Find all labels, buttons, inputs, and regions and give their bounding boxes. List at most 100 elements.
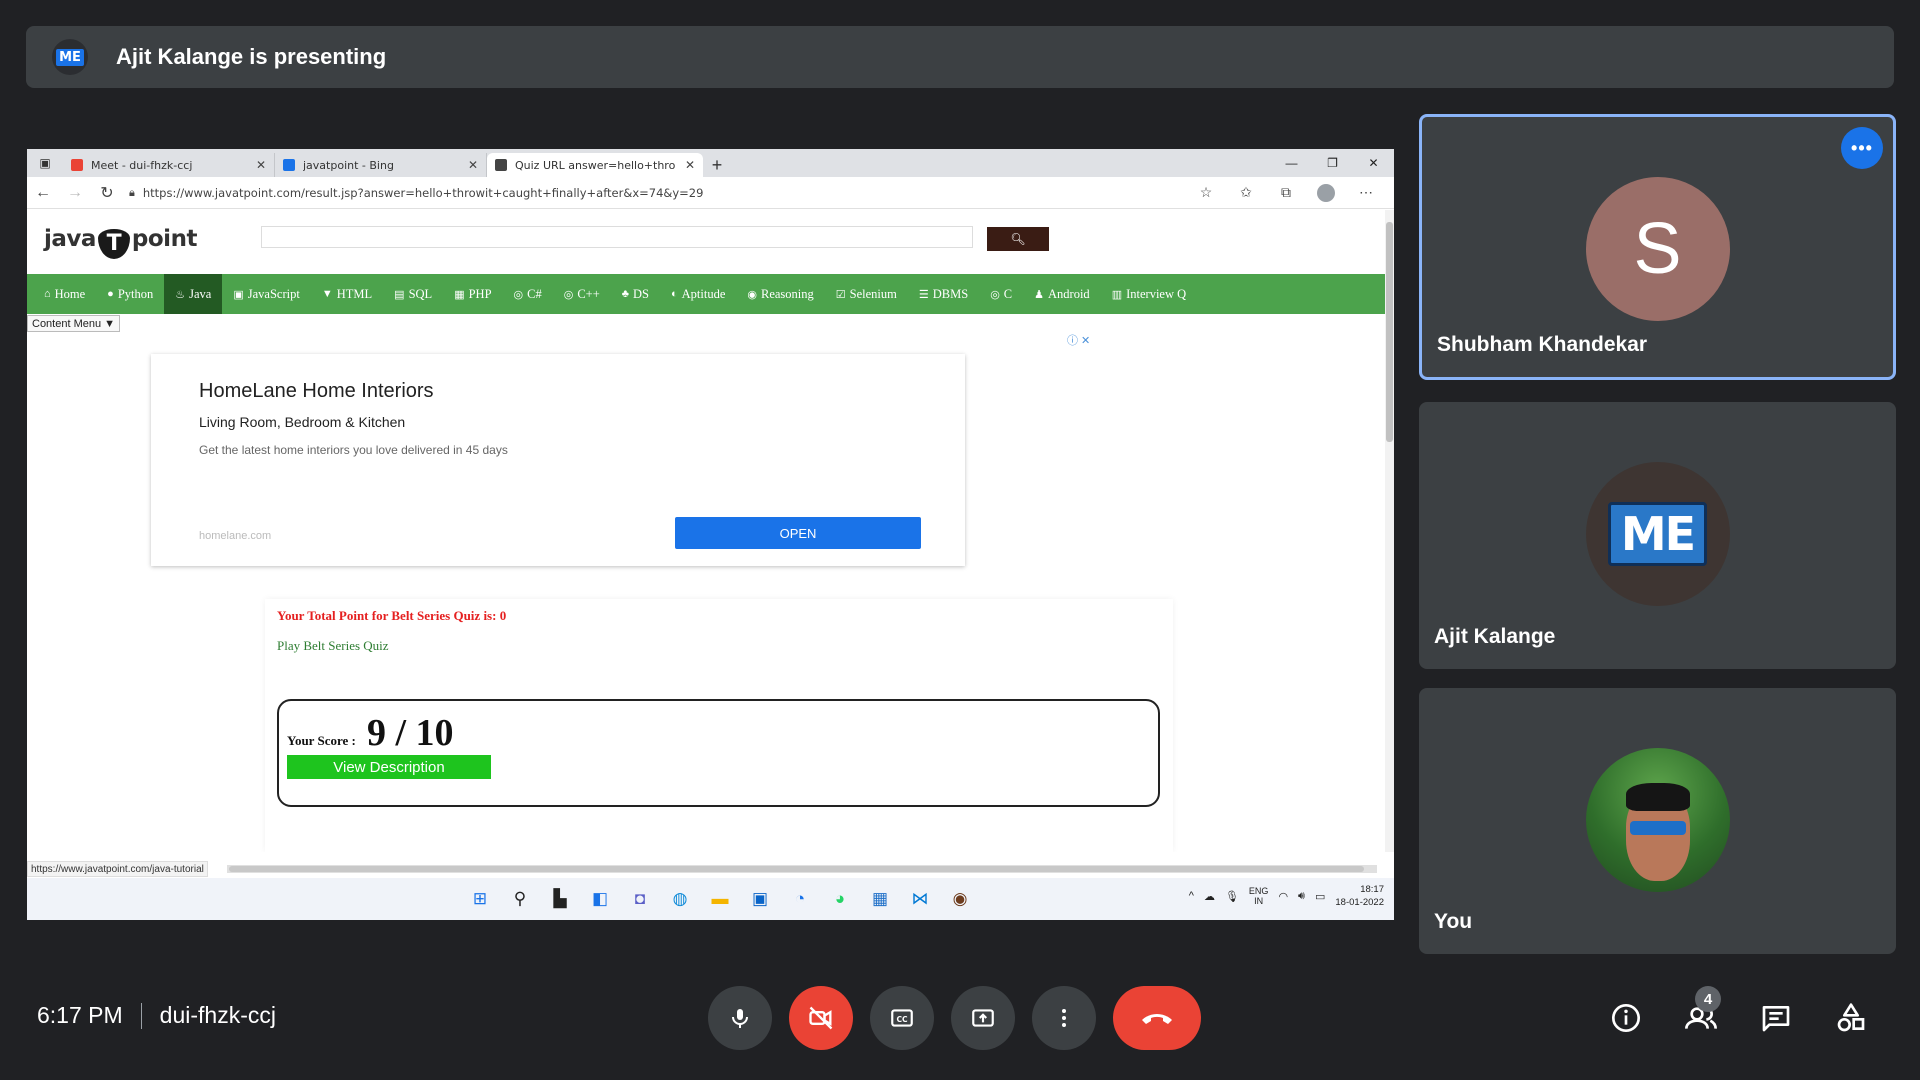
nav-item-python[interactable]: ● Python <box>96 274 164 314</box>
nav-item-reasoning[interactable]: ◉ Reasoning <box>736 274 824 314</box>
add-favorite-icon[interactable]: ☆ <box>1186 179 1226 207</box>
participant-tile-shubham[interactable]: S ••• Shubham Khandekar <box>1419 114 1896 380</box>
tab-label: Quiz URL answer=hello+throwit <box>515 158 675 172</box>
camera-off-button[interactable] <box>789 986 853 1050</box>
nav-item-selenium[interactable]: ☑ Selenium <box>825 274 908 314</box>
activities-button[interactable] <box>1829 996 1873 1040</box>
nav-item-javascript[interactable]: ▣ JavaScript <box>222 274 310 314</box>
leave-call-button[interactable] <box>1113 986 1201 1050</box>
search-icon[interactable]: ⚲ <box>500 886 540 912</box>
site-logo[interactable]: java Tpoint <box>44 226 197 259</box>
divider <box>140 1002 142 1029</box>
shared-screen: ▣ Meet - dui-fhzk-ccj ✕ javatpoint - Bin… <box>27 149 1394 920</box>
vscode-icon[interactable]: ⋈ <box>900 886 940 912</box>
start-icon[interactable]: ⊞ <box>460 886 500 912</box>
scrollbar-thumb[interactable] <box>1386 222 1393 442</box>
close-window-icon[interactable]: ✕ <box>1353 149 1394 177</box>
forward-icon[interactable]: → <box>59 177 91 209</box>
minimize-icon[interactable]: — <box>1271 149 1312 177</box>
ad-open-button[interactable]: OPEN <box>675 517 921 549</box>
camera-off-icon <box>809 1006 833 1030</box>
tab-close-icon[interactable]: ✕ <box>256 158 266 172</box>
nav-label: JavaScript <box>247 286 300 301</box>
android-icon: ♟ <box>1034 288 1045 301</box>
nav-item-php[interactable]: ▦ PHP <box>443 274 502 314</box>
nav-item-home[interactable]: ⌂ Home <box>33 274 96 314</box>
tab-close-icon[interactable]: ✕ <box>685 158 695 172</box>
people-button[interactable]: 4 <box>1679 986 1723 1040</box>
widgets-icon[interactable]: ◧ <box>580 886 620 912</box>
store-icon[interactable]: ▣ <box>740 886 780 912</box>
whatsapp-icon[interactable]: ◕ <box>820 886 860 912</box>
wifi-icon[interactable]: ◠ <box>1278 890 1288 903</box>
hangup-icon <box>1142 1014 1172 1024</box>
presenter-avatar-text: ME <box>56 48 84 66</box>
settings-more-icon[interactable]: ⋯ <box>1346 179 1386 207</box>
nav-item-dbms[interactable]: ☰ DBMS <box>908 274 979 314</box>
tab-label: javatpoint - Bing <box>303 158 394 172</box>
profile-icon[interactable] <box>1317 183 1335 202</box>
nav-item-ds[interactable]: ♣ DS <box>611 274 660 314</box>
tab-actions-icon[interactable]: ▣ <box>27 149 63 177</box>
horizontal-scrollbar[interactable] <box>227 865 1377 873</box>
favorites-icon[interactable]: ✩ <box>1226 179 1266 207</box>
nav-item-interview[interactable]: ▥ Interview Q <box>1101 274 1197 314</box>
task-view-icon[interactable]: ▙ <box>540 886 580 912</box>
nav-item-cpp[interactable]: ◎ C++ <box>553 274 611 314</box>
view-description-button[interactable]: View Description <box>287 755 491 779</box>
windows-taskbar: ⊞ ⚲ ▙ ◧ ◘ ◍ ▬ ▣ ◔ ◕ ▦ ⋈ ◉ ^ ☁ 🎙︎ ENG IN … <box>27 878 1394 920</box>
language-indicator[interactable]: ENG IN <box>1249 886 1269 906</box>
meeting-info: 6:17 PM dui-fhzk-ccj <box>37 1002 276 1029</box>
ad-choices-icon[interactable]: ⓘ ✕ <box>1067 332 1090 348</box>
chrome-like-icon[interactable]: ◉ <box>940 886 980 912</box>
onedrive-icon[interactable]: ☁ <box>1204 890 1215 903</box>
nav-item-android[interactable]: ♟ Android <box>1023 274 1101 314</box>
volume-icon[interactable]: 🔊︎ <box>1298 890 1305 903</box>
present-button[interactable] <box>951 986 1015 1050</box>
lang-line1: ENG <box>1248 886 1269 896</box>
participant-tile-ajit[interactable]: ME Ajit Kalange <box>1419 402 1896 669</box>
battery-icon[interactable]: ▭ <box>1315 890 1325 903</box>
browser-tab-active[interactable]: Quiz URL answer=hello+throwit ✕ <box>487 153 703 177</box>
microphone-button[interactable] <box>708 986 772 1050</box>
nav-item-csharp[interactable]: ◎ C# <box>503 274 553 314</box>
site-search-input[interactable] <box>261 226 973 248</box>
file-explorer-icon[interactable]: ▬ <box>700 886 740 912</box>
captions-button[interactable]: CC <box>870 986 934 1050</box>
more-options-button[interactable] <box>1032 986 1096 1050</box>
nav-item-html[interactable]: ▼ HTML <box>311 274 383 314</box>
window-controls: — ❐ ✕ <box>1271 149 1394 177</box>
nav-item-c[interactable]: ◎ C <box>979 274 1023 314</box>
reload-icon[interactable]: ↻ <box>91 177 123 209</box>
edge-icon[interactable]: ◍ <box>660 886 700 912</box>
advertisement[interactable]: HomeLane Home Interiors Living Room, Bed… <box>151 354 965 566</box>
participant-tile-you[interactable]: You <box>1419 688 1896 954</box>
collections-icon[interactable]: ⧉ <box>1266 179 1306 207</box>
skype-icon[interactable]: ◔ <box>780 886 820 912</box>
tab-close-icon[interactable]: ✕ <box>468 158 478 172</box>
app-icon[interactable]: ▦ <box>860 886 900 912</box>
new-tab-button[interactable]: + <box>703 153 731 177</box>
play-quiz-link[interactable]: Play Belt Series Quiz <box>277 638 389 654</box>
nav-item-aptitude[interactable]: ◐ Aptitude <box>660 274 736 314</box>
browser-tab[interactable]: javatpoint - Bing ✕ <box>275 153 487 177</box>
content-menu-dropdown[interactable]: Content Menu ▼ <box>27 315 121 332</box>
browser-tab[interactable]: Meet - dui-fhzk-ccj ✕ <box>63 153 275 177</box>
chat-icon[interactable]: ◘ <box>620 886 660 912</box>
meeting-details-button[interactable] <box>1604 996 1648 1040</box>
nav-item-sql[interactable]: ▤ SQL <box>383 274 443 314</box>
site-search-button[interactable]: 🔍︎ <box>987 227 1049 251</box>
system-clock[interactable]: 18:17 18-01-2022 <box>1335 883 1384 909</box>
vertical-scrollbar[interactable] <box>1385 210 1394 852</box>
address-bar[interactable]: 🔒︎ https://www.javatpoint.com/result.jsp… <box>123 181 1186 205</box>
nav-item-java[interactable]: ♨ Java <box>164 274 223 314</box>
tray-chevron-icon[interactable]: ^ <box>1189 890 1194 902</box>
microphone-tray-icon[interactable]: 🎙︎ <box>1225 890 1239 903</box>
more-options-icon[interactable]: ••• <box>1841 127 1883 169</box>
restore-icon[interactable]: ❐ <box>1312 149 1353 177</box>
participant-name: Ajit Kalange <box>1434 625 1556 648</box>
back-icon[interactable]: ← <box>27 177 59 209</box>
chat-button[interactable] <box>1754 996 1798 1040</box>
scrollbar-thumb[interactable] <box>229 866 1364 872</box>
java-icon: ♨ <box>175 288 186 301</box>
